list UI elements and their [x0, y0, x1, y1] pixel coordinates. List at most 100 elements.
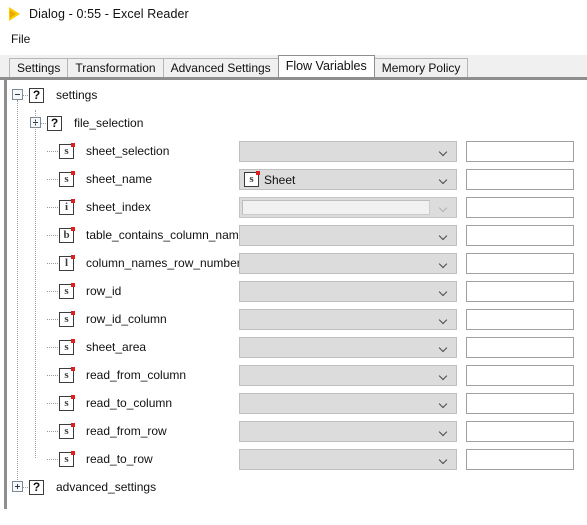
flow-variable-name-input[interactable]: [466, 253, 574, 274]
tree-row[interactable]: s row_id_column: [7, 305, 587, 333]
tab-settings[interactable]: Settings: [9, 58, 69, 77]
integer-variable-icon: i: [59, 198, 75, 215]
flow-variable-combo[interactable]: [239, 393, 457, 414]
tree-row-label: file_selection: [74, 116, 144, 130]
string-variable-icon: s: [59, 338, 75, 355]
tree-row-label: settings: [56, 88, 98, 102]
tab-transformation[interactable]: Transformation: [67, 58, 164, 77]
tree-row[interactable]: s read_from_row: [7, 417, 587, 445]
tree-connector: [47, 403, 58, 404]
tree-row-label: sheet_selection: [86, 144, 170, 158]
flow-variables-panel: ? settings? file_selection s sheet_selection…: [0, 77, 587, 509]
flow-variable-combo[interactable]: [239, 281, 457, 302]
tree-row[interactable]: s row_id: [7, 277, 587, 305]
tree-row-label: sheet_name: [86, 172, 153, 186]
tab-flow-variables[interactable]: Flow Variables: [277, 55, 375, 77]
variable-indicator-dot: [71, 198, 75, 203]
chevron-down-icon[interactable]: [440, 317, 447, 324]
flow-variable-name-input[interactable]: [466, 337, 574, 358]
chevron-down-icon[interactable]: [440, 261, 447, 268]
tree-connector: [47, 319, 58, 320]
flow-variable-name-input[interactable]: [466, 225, 574, 246]
tree-connector: [47, 207, 58, 208]
tree-row[interactable]: ? settings: [7, 81, 587, 109]
collapse-icon[interactable]: [12, 89, 23, 100]
flow-variable-combo[interactable]: [239, 337, 457, 358]
chevron-down-icon[interactable]: [440, 289, 447, 296]
flow-variable-name-input[interactable]: [466, 309, 574, 330]
flow-variable-combo[interactable]: [239, 141, 457, 162]
flow-variable-combo[interactable]: [239, 225, 457, 246]
flow-variable-combo[interactable]: [239, 449, 457, 470]
tab-memory-policy[interactable]: Memory Policy: [373, 58, 469, 77]
flow-variable-combo[interactable]: s Sheet: [239, 169, 457, 190]
tree-row[interactable]: ? advanced_settings: [7, 473, 587, 501]
flow-variable-name-input[interactable]: [466, 281, 574, 302]
tree-connector: [41, 123, 46, 124]
variable-indicator-dot: [71, 226, 75, 231]
tree-row[interactable]: ? file_selection: [7, 109, 587, 137]
tree-row[interactable]: s read_to_row: [7, 445, 587, 473]
combo-selected-value: s Sheet: [244, 171, 296, 187]
tree-connector: [23, 487, 28, 488]
tree-row-label: read_to_column: [86, 396, 173, 410]
tree-row[interactable]: b table_contains_column_names: [7, 221, 587, 249]
flow-variable-name-input[interactable]: [466, 393, 574, 414]
menubar: File: [0, 28, 587, 50]
window-title: Dialog - 0:55 - Excel Reader: [29, 7, 189, 21]
expand-icon[interactable]: [12, 481, 23, 492]
tree-row[interactable]: s sheet_name s Sheet: [7, 165, 587, 193]
variable-indicator-dot: [71, 142, 75, 147]
boolean-variable-icon: b: [59, 226, 75, 243]
variable-indicator-dot: [71, 170, 75, 175]
window-titlebar: Dialog - 0:55 - Excel Reader: [0, 0, 587, 28]
chevron-down-icon[interactable]: [440, 401, 447, 408]
chevron-down-icon[interactable]: [440, 429, 447, 436]
tree-connector: [47, 235, 58, 236]
tree-connector: [23, 95, 28, 96]
tree-connector: [47, 431, 58, 432]
tree-row[interactable]: i sheet_index: [7, 193, 587, 221]
flow-variable-name-input[interactable]: [466, 421, 574, 442]
tree-row-label: table_contains_column_names: [86, 228, 252, 242]
tab-strip: Settings Transformation Advanced Settings F…: [0, 55, 587, 77]
menu-item-file[interactable]: File: [6, 30, 35, 48]
flow-variable-name-input[interactable]: [466, 197, 574, 218]
chevron-down-icon[interactable]: [440, 345, 447, 352]
combo-value-label: Sheet: [264, 172, 296, 187]
flow-variable-name-input[interactable]: [466, 141, 574, 162]
tree-row-label: read_from_column: [86, 368, 187, 382]
flow-variable-combo[interactable]: [239, 421, 457, 442]
tree-row-label: read_from_row: [86, 424, 167, 438]
tree-row[interactable]: s read_from_column: [7, 361, 587, 389]
tree-row-label: column_names_row_number: [86, 256, 241, 270]
chevron-down-icon[interactable]: [440, 233, 447, 240]
chevron-down-icon[interactable]: [440, 457, 447, 464]
string-variable-icon: s: [59, 282, 75, 299]
tree-row[interactable]: s sheet_area: [7, 333, 587, 361]
flow-variable-combo[interactable]: [239, 365, 457, 386]
chevron-down-icon[interactable]: [440, 149, 447, 156]
flow-variable-combo[interactable]: [239, 253, 457, 274]
tree-connector: [17, 100, 18, 480]
string-variable-icon: s: [59, 366, 75, 383]
flow-variable-name-input[interactable]: [466, 365, 574, 386]
chevron-down-icon[interactable]: [440, 177, 447, 184]
tab-advanced-settings[interactable]: Advanced Settings: [162, 58, 279, 77]
string-variable-icon: s: [59, 142, 75, 159]
tree-connector: [47, 179, 58, 180]
variable-indicator-dot: [71, 338, 75, 343]
flow-variable-combo[interactable]: [239, 309, 457, 330]
combo-inset: [242, 200, 430, 215]
string-variable-icon: s: [59, 450, 75, 467]
tree-row[interactable]: s sheet_selection: [7, 137, 587, 165]
tree-row[interactable]: s read_to_column: [7, 389, 587, 417]
flow-variable-name-input[interactable]: [466, 449, 574, 470]
question-mark-icon: ?: [47, 115, 62, 131]
tree-connector: [35, 110, 36, 458]
tree-connector: [47, 347, 58, 348]
flow-variable-name-input[interactable]: [466, 169, 574, 190]
chevron-down-icon[interactable]: [440, 373, 447, 380]
variable-indicator-dot: [71, 254, 75, 259]
tree-row[interactable]: l column_names_row_number: [7, 249, 587, 277]
